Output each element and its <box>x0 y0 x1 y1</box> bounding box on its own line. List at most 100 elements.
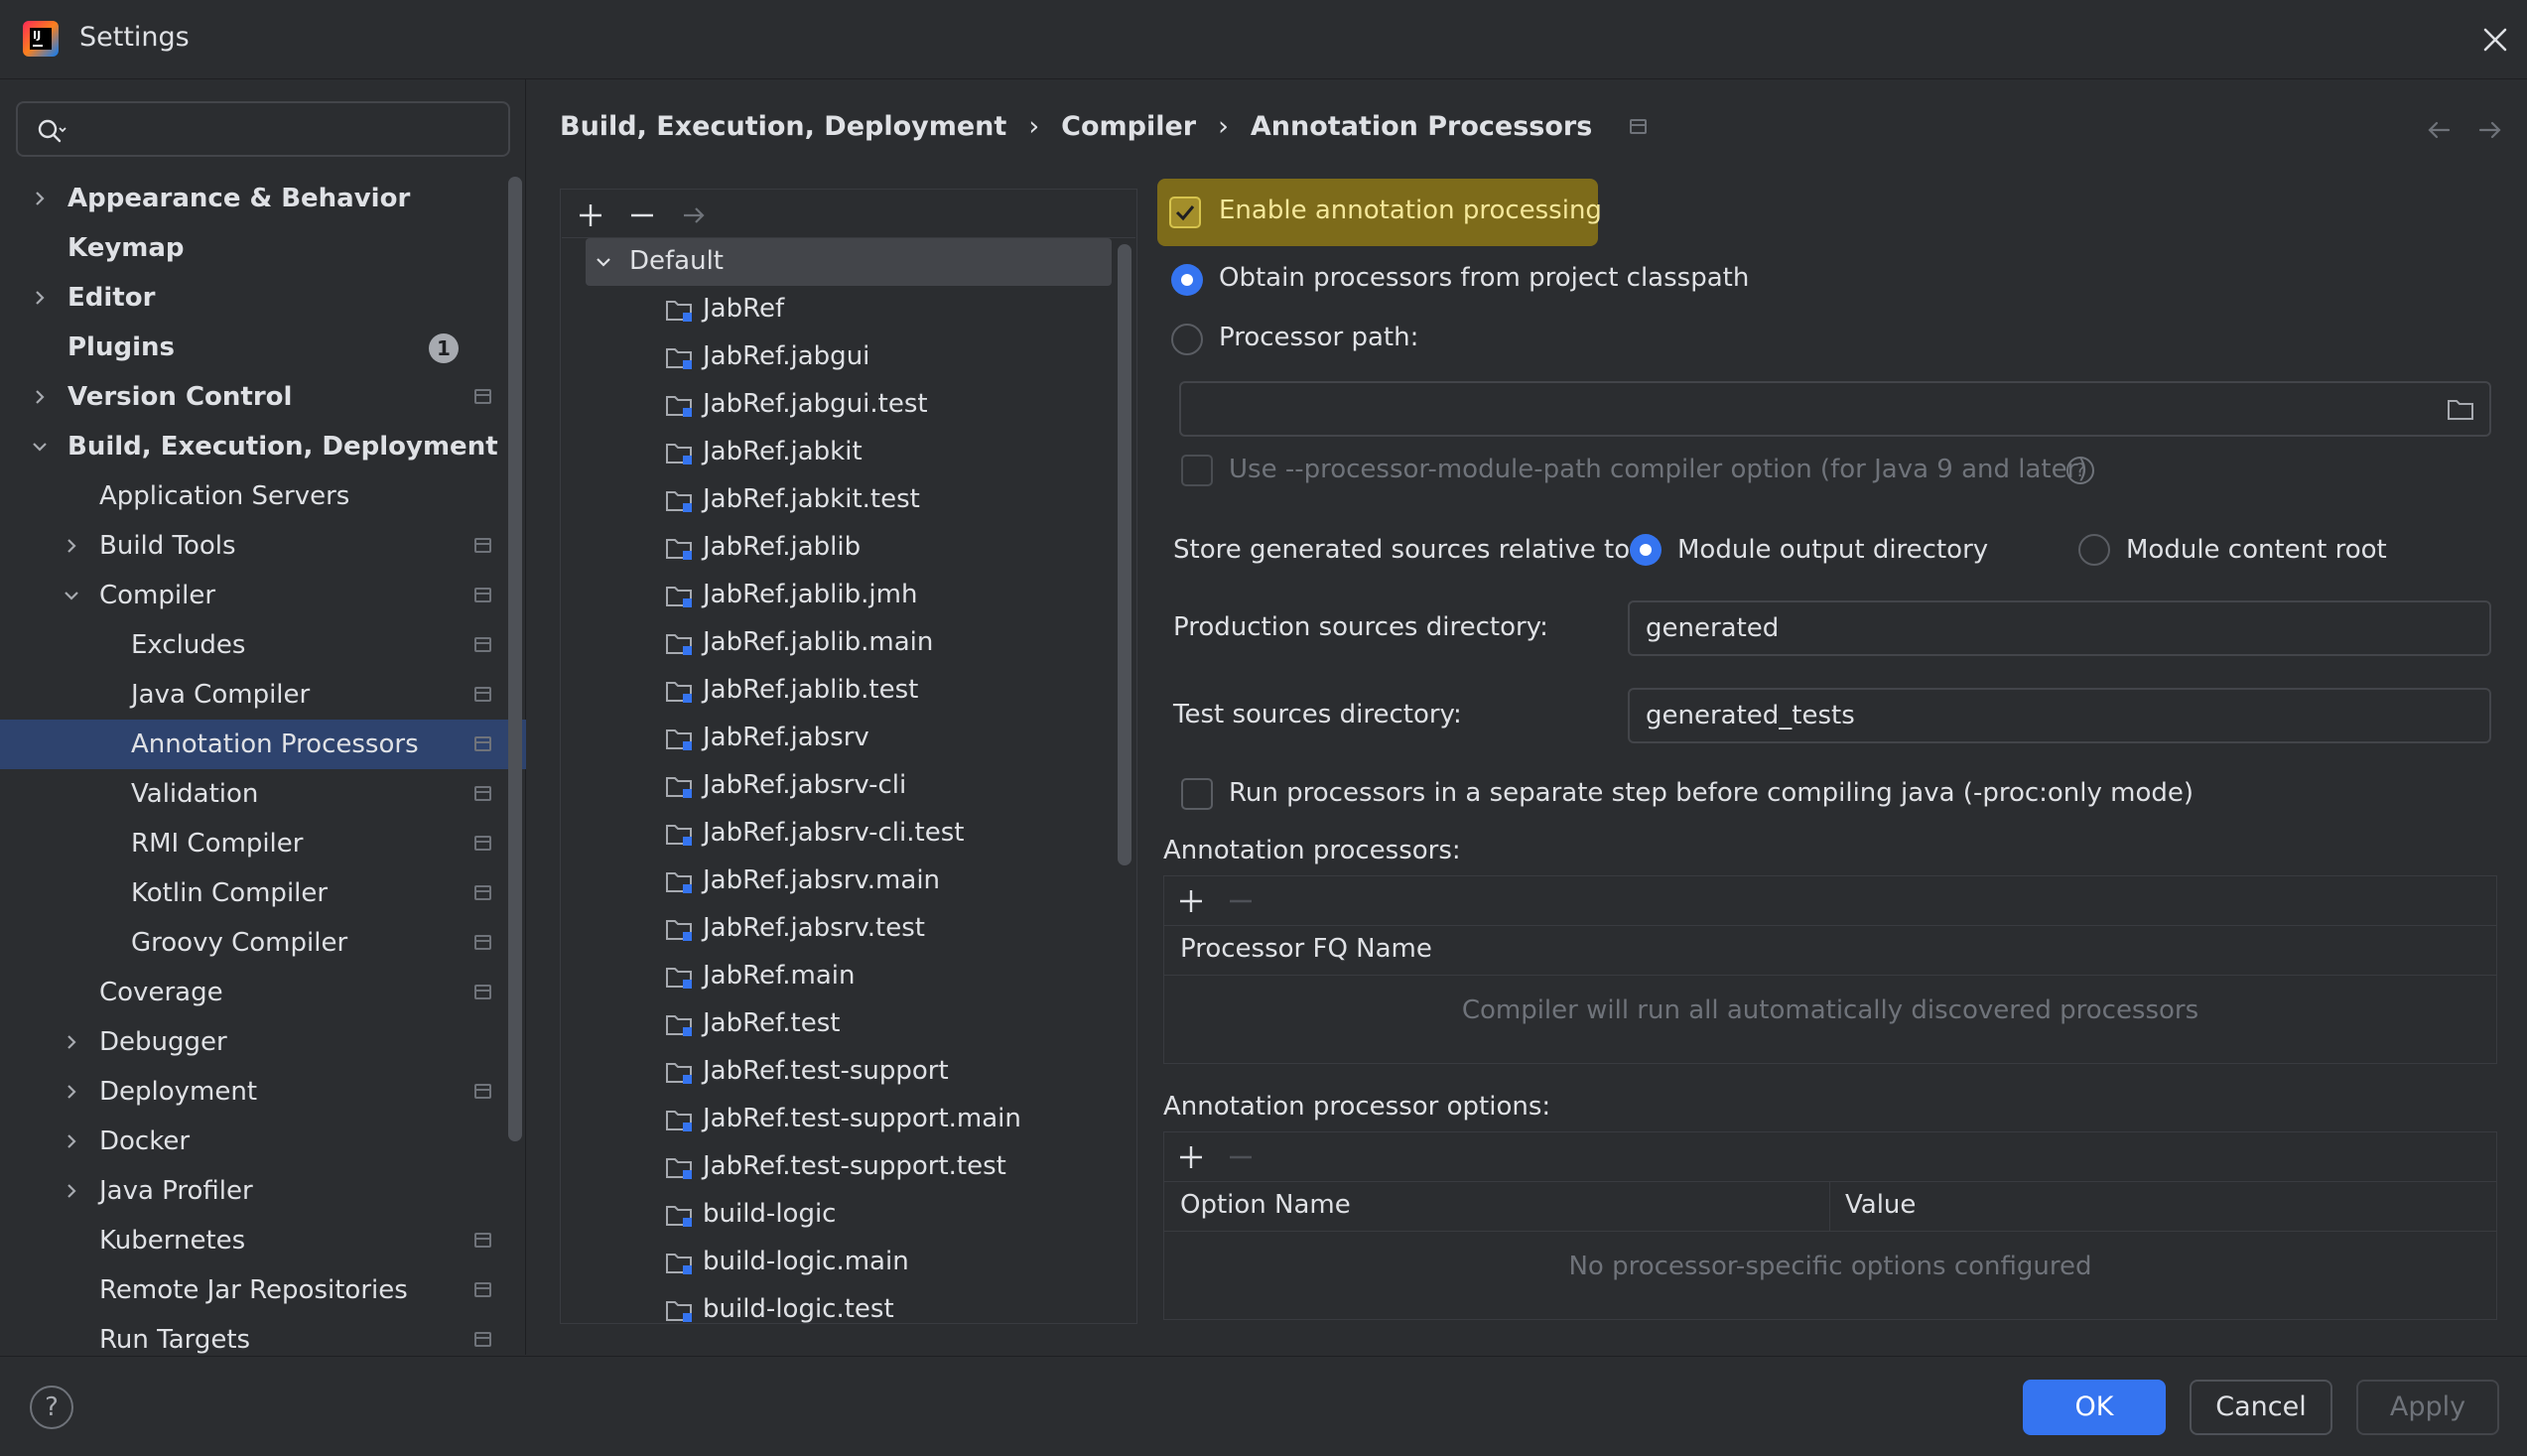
obtain-classpath-radio[interactable] <box>1171 264 1203 296</box>
sidebar-item-docker[interactable]: Docker <box>0 1117 526 1166</box>
module-path-checkbox[interactable] <box>1181 455 1213 486</box>
chevron-right-icon[interactable] <box>62 536 81 556</box>
sidebar-item-coverage[interactable]: Coverage <box>0 968 526 1017</box>
sidebar-item-debugger[interactable]: Debugger <box>0 1017 526 1067</box>
processor-path-input[interactable] <box>1197 391 2426 427</box>
settings-search[interactable] <box>16 101 510 157</box>
sidebar-item-version-control[interactable]: Version Control <box>0 372 526 422</box>
enable-annotation-processing-highlight[interactable]: Enable annotation processing <box>1157 179 1602 246</box>
module-row[interactable]: build-logic.main <box>562 1239 1118 1286</box>
processor-path-field[interactable] <box>1179 381 2491 437</box>
production-dir-field[interactable] <box>1628 600 2491 656</box>
module-row[interactable]: JabRef.test-support.main <box>562 1096 1118 1143</box>
module-row[interactable]: JabRef <box>562 286 1118 333</box>
production-dir-input[interactable] <box>1646 610 2426 646</box>
module-row[interactable]: JabRef.jabsrv.main <box>562 858 1118 905</box>
module-output-radio[interactable] <box>1630 534 1662 566</box>
sidebar-item-label: Version Control <box>67 382 293 412</box>
close-icon[interactable] <box>2477 22 2513 58</box>
help-button[interactable]: ? <box>30 1386 73 1429</box>
chevron-right-icon[interactable] <box>62 1131 81 1151</box>
sidebar-item-excludes[interactable]: Excludes <box>0 620 526 670</box>
enable-annotation-checkbox[interactable] <box>1169 197 1201 228</box>
chevron-right-icon[interactable] <box>62 1181 81 1201</box>
chevron-down-icon[interactable] <box>62 586 81 605</box>
help-icon[interactable]: ? <box>2066 457 2094 484</box>
add-icon[interactable] <box>576 200 605 230</box>
sidebar-item-java-compiler[interactable]: Java Compiler <box>0 670 526 720</box>
sidebar-item-label: Keymap <box>67 233 185 263</box>
module-row[interactable]: JabRef.jabkit <box>562 429 1118 476</box>
sidebar-item-validation[interactable]: Validation <box>0 769 526 819</box>
sidebar-item-editor[interactable]: Editor <box>0 273 526 323</box>
module-row[interactable]: JabRef.jabsrv-cli <box>562 762 1118 810</box>
move-arrow-icon[interactable] <box>679 200 709 230</box>
module-row[interactable]: JabRef.jabgui.test <box>562 381 1118 429</box>
back-arrow-icon[interactable] <box>2424 115 2454 145</box>
chevron-right-icon[interactable] <box>30 387 50 407</box>
module-row[interactable]: JabRef.jabkit.test <box>562 476 1118 524</box>
remove-icon[interactable] <box>627 200 657 230</box>
test-dir-field[interactable] <box>1628 688 2491 743</box>
module-row[interactable]: JabRef.jablib.jmh <box>562 572 1118 619</box>
module-row[interactable]: build-logic <box>562 1191 1118 1239</box>
remove-icon[interactable] <box>1226 886 1256 916</box>
module-row[interactable]: JabRef.test <box>562 1000 1118 1048</box>
breadcrumb-item-build[interactable]: Build, Execution, Deployment <box>560 111 1006 142</box>
ok-button[interactable]: OK <box>2023 1380 2166 1435</box>
chevron-down-icon[interactable] <box>30 437 50 457</box>
sidebar-item-application-servers[interactable]: Application Servers <box>0 471 526 521</box>
module-row[interactable]: JabRef.test-support.test <box>562 1143 1118 1191</box>
sidebar-item-rmi-compiler[interactable]: RMI Compiler <box>0 819 526 868</box>
folder-browse-icon[interactable] <box>2446 395 2475 423</box>
sidebar-scrollbar[interactable] <box>508 177 522 1141</box>
add-icon[interactable] <box>1176 886 1206 916</box>
sidebar-item-groovy-compiler[interactable]: Groovy Compiler <box>0 918 526 968</box>
sidebar-item-deployment[interactable]: Deployment <box>0 1067 526 1117</box>
test-dir-input[interactable] <box>1646 698 2426 733</box>
module-row[interactable]: JabRef.test-support <box>562 1048 1118 1096</box>
add-icon[interactable] <box>1176 1142 1206 1172</box>
proc-only-checkbox[interactable] <box>1181 778 1213 810</box>
module-row[interactable]: JabRef.jabgui <box>562 333 1118 381</box>
processor-fq-name-column[interactable]: Processor FQ Name <box>1180 934 1432 964</box>
cancel-button[interactable]: Cancel <box>2190 1380 2332 1435</box>
sidebar-item-build-tools[interactable]: Build Tools <box>0 521 526 571</box>
tree-row-default[interactable]: Default <box>586 238 1112 286</box>
chevron-right-icon[interactable] <box>30 189 50 208</box>
forward-arrow-icon[interactable] <box>2475 115 2505 145</box>
sidebar-item-kubernetes[interactable]: Kubernetes <box>0 1216 526 1265</box>
module-row[interactable]: JabRef.jablib.test <box>562 667 1118 715</box>
chevron-right-icon[interactable] <box>62 1032 81 1052</box>
sidebar-item-plugins[interactable]: Plugins 1 <box>0 323 526 372</box>
chevron-right-icon[interactable] <box>62 1082 81 1102</box>
sidebar-item-remote-jar-repositories[interactable]: Remote Jar Repositories <box>0 1265 526 1315</box>
breadcrumb-item-compiler[interactable]: Compiler <box>1061 111 1196 142</box>
module-row[interactable]: JabRef.main <box>562 953 1118 1000</box>
sidebar-item-appearance-behavior[interactable]: Appearance & Behavior <box>0 174 526 223</box>
sidebar-item-build-execution-deployment[interactable]: Build, Execution, Deployment <box>0 422 526 471</box>
sidebar-item-label: Build, Execution, Deployment <box>67 432 498 462</box>
sidebar-item-keymap[interactable]: Keymap <box>0 223 526 273</box>
apply-button[interactable]: Apply <box>2356 1380 2499 1435</box>
remove-icon[interactable] <box>1226 1142 1256 1172</box>
module-scrollbar[interactable] <box>1118 244 1131 865</box>
module-row[interactable]: JabRef.jabsrv.test <box>562 905 1118 953</box>
module-row[interactable]: JabRef.jabsrv <box>562 715 1118 762</box>
module-name: JabRef.test-support <box>703 1056 949 1086</box>
chevron-right-icon[interactable] <box>30 288 50 308</box>
processor-path-radio[interactable] <box>1171 324 1203 355</box>
sidebar-item-kotlin-compiler[interactable]: Kotlin Compiler <box>0 868 526 918</box>
value-column[interactable]: Value <box>1845 1190 1916 1220</box>
module-content-radio[interactable] <box>2078 534 2110 566</box>
option-name-column[interactable]: Option Name <box>1180 1190 1351 1220</box>
module-row[interactable]: JabRef.jablib.main <box>562 619 1118 667</box>
chevron-down-icon[interactable] <box>594 252 613 272</box>
search-input[interactable] <box>77 111 494 147</box>
sidebar-item-compiler[interactable]: Compiler <box>0 571 526 620</box>
sidebar-item-annotation-processors[interactable]: Annotation Processors <box>0 720 526 769</box>
sidebar-item-java-profiler[interactable]: Java Profiler <box>0 1166 526 1216</box>
module-row[interactable]: build-logic.test <box>562 1286 1118 1334</box>
module-row[interactable]: JabRef.jabsrv-cli.test <box>562 810 1118 858</box>
module-row[interactable]: JabRef.jablib <box>562 524 1118 572</box>
